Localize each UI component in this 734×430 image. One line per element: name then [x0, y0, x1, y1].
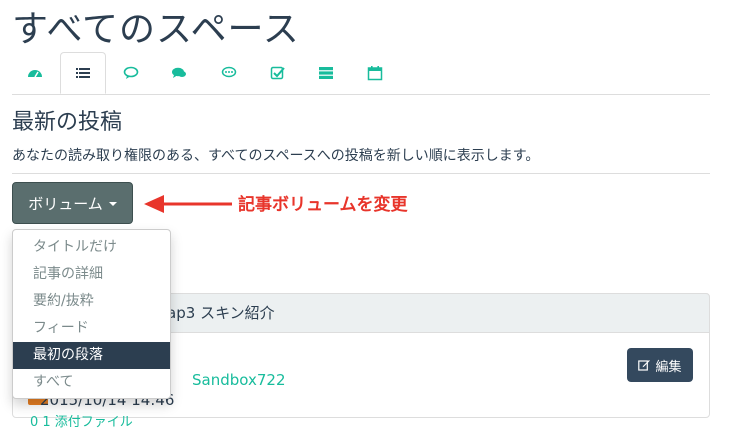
- comment-dots-icon: [221, 66, 237, 78]
- annotation-arrow-icon: [144, 195, 232, 213]
- menu-item-title-only[interactable]: タイトルだけ: [13, 234, 170, 261]
- tab-comment[interactable]: [108, 52, 154, 94]
- menu-item-first-paragraph[interactable]: 最初の段落: [13, 342, 170, 369]
- section-description: あなたの読み取り権限のある、すべてのスペースへの投稿を新しい順に表示します。: [12, 148, 540, 164]
- menu-item-details[interactable]: 記事の詳細: [13, 261, 170, 288]
- server-icon: [319, 67, 333, 79]
- comment-outline-icon: [123, 66, 139, 79]
- author-link[interactable]: Sandbox722: [192, 371, 286, 389]
- edit-button[interactable]: 編集: [627, 348, 693, 382]
- tab-check[interactable]: [255, 52, 301, 94]
- annotation-text: 記事ボリュームを変更: [238, 195, 408, 215]
- comments-icon: [172, 67, 186, 78]
- section-title: 最新の投稿: [12, 110, 123, 135]
- menu-item-feed[interactable]: フィード: [13, 315, 170, 342]
- tab-dashboard[interactable]: [12, 52, 58, 94]
- tab-server[interactable]: [303, 52, 349, 94]
- dashboard-icon: [28, 70, 42, 78]
- divider: [12, 173, 710, 174]
- page-title: すべてのスペース: [12, 9, 300, 50]
- tab-list[interactable]: [60, 52, 106, 94]
- list-icon: [76, 68, 90, 78]
- check-square-icon: [270, 66, 285, 80]
- edit-icon: [638, 360, 651, 371]
- volume-dropdown-menu: タイトルだけ 記事の詳細 要約/抜粋 フィード 最初の段落 すべて: [12, 229, 171, 399]
- menu-item-all[interactable]: すべて: [13, 369, 170, 396]
- caret-down-icon: [108, 202, 117, 206]
- volume-button-label: ボリューム: [28, 194, 103, 213]
- attachments-link[interactable]: 0 1 添付ファイル: [30, 411, 133, 430]
- volume-dropdown-button[interactable]: ボリューム: [12, 182, 133, 224]
- tab-bar: [12, 52, 710, 95]
- tab-comment-dots[interactable]: [206, 52, 252, 94]
- tab-calendar[interactable]: [352, 52, 398, 94]
- calendar-icon: [367, 66, 383, 81]
- edit-button-label: 編集: [655, 359, 682, 375]
- post-title[interactable]: trap3 スキン紹介: [155, 302, 275, 323]
- menu-item-summary[interactable]: 要約/抜粋: [13, 288, 170, 315]
- tab-comments[interactable]: [156, 52, 202, 94]
